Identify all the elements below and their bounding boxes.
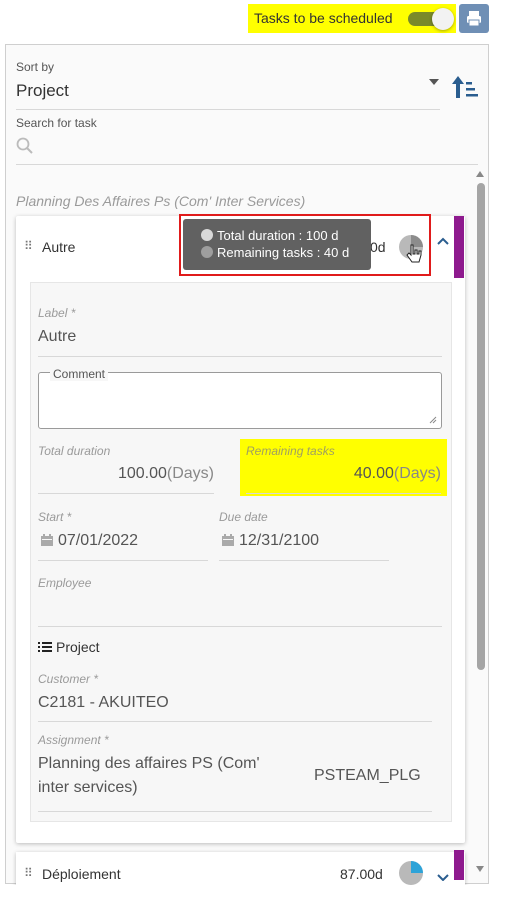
task-color-bar <box>454 216 464 278</box>
assignment-label: Assignment * <box>38 733 109 747</box>
list-icon <box>38 642 52 652</box>
resize-handle-icon[interactable] <box>429 416 437 424</box>
comment-label: Comment <box>50 367 109 381</box>
sort-by-label: Sort by <box>16 60 55 74</box>
toggle-knob[interactable] <box>432 8 454 30</box>
scheduled-toggle-label: Tasks to be scheduled <box>254 10 393 26</box>
sort-ascending-icon[interactable] <box>450 74 480 100</box>
print-button[interactable] <box>459 4 489 33</box>
annotation-frame <box>179 214 431 276</box>
sort-by-select[interactable]: Project <box>16 81 69 101</box>
search-icon <box>16 137 33 154</box>
label-field[interactable]: Autre <box>38 328 76 346</box>
employee-underline <box>38 626 442 627</box>
calendar-icon[interactable] <box>40 533 54 547</box>
task-color-bar <box>454 850 464 880</box>
assignment-field-line2[interactable]: inter services) <box>38 779 138 797</box>
scroll-up-arrow-icon[interactable] <box>475 170 485 178</box>
total-duration-unit: (Days) <box>166 465 214 482</box>
assignment-code: PSTEAM_PLG <box>314 767 421 784</box>
remaining-tasks-field: 40.00(Days) <box>246 465 441 483</box>
due-date-label: Due date <box>219 510 268 524</box>
search-input[interactable] <box>16 164 478 165</box>
task-name: Déploiement <box>42 866 121 882</box>
calendar-icon[interactable] <box>221 533 235 547</box>
total-duration-field: 100.00(Days) <box>38 465 214 483</box>
expand-chevron-down-icon[interactable] <box>436 873 450 881</box>
task-name: Autre <box>42 239 76 255</box>
assignment-field-line1[interactable]: Planning des affaires PS (Com' <box>38 755 260 773</box>
total-duration-label: Total duration <box>38 444 111 458</box>
collapse-chevron-up-icon[interactable] <box>436 236 450 246</box>
assignment-underline <box>38 811 432 812</box>
total-duration-value: 100.00 <box>117 465 167 482</box>
label-field-label: Label * <box>38 306 76 320</box>
total-duration-underline <box>38 493 214 494</box>
customer-field[interactable]: C2181 - AKUITEO <box>38 694 169 712</box>
scroll-down-arrow-icon[interactable] <box>475 865 485 873</box>
project-section-title: Project <box>56 639 100 655</box>
dropdown-caret-icon[interactable] <box>428 78 440 86</box>
task-duration: 87.00d <box>340 866 383 882</box>
due-date-field[interactable]: 12/31/2100 <box>239 532 319 550</box>
customer-label: Customer * <box>38 672 99 686</box>
remaining-tasks-unit: (Days) <box>393 465 441 482</box>
search-label: Search for task <box>16 116 97 130</box>
print-icon <box>467 11 481 27</box>
remaining-underline <box>246 493 441 494</box>
group-title: Planning Des Affaires Ps (Com' Inter Ser… <box>16 193 306 209</box>
employee-label: Employee <box>38 576 92 590</box>
page-footer-space <box>0 885 505 901</box>
remaining-tasks-label: Remaining tasks <box>246 444 335 458</box>
start-underline <box>38 560 208 561</box>
drag-handle-icon[interactable]: ⠿ <box>24 239 33 253</box>
start-date-field[interactable]: 07/01/2022 <box>58 532 138 550</box>
sort-divider <box>16 109 440 110</box>
label-underline <box>38 356 442 357</box>
scrollbar-thumb[interactable] <box>477 183 485 670</box>
start-label: Start * <box>38 510 72 524</box>
due-underline <box>219 560 389 561</box>
drag-handle-icon[interactable]: ⠿ <box>24 866 33 880</box>
customer-underline <box>38 721 432 722</box>
remaining-tasks-value: 40.00 <box>353 465 394 482</box>
progress-pie-icon[interactable] <box>398 860 424 886</box>
